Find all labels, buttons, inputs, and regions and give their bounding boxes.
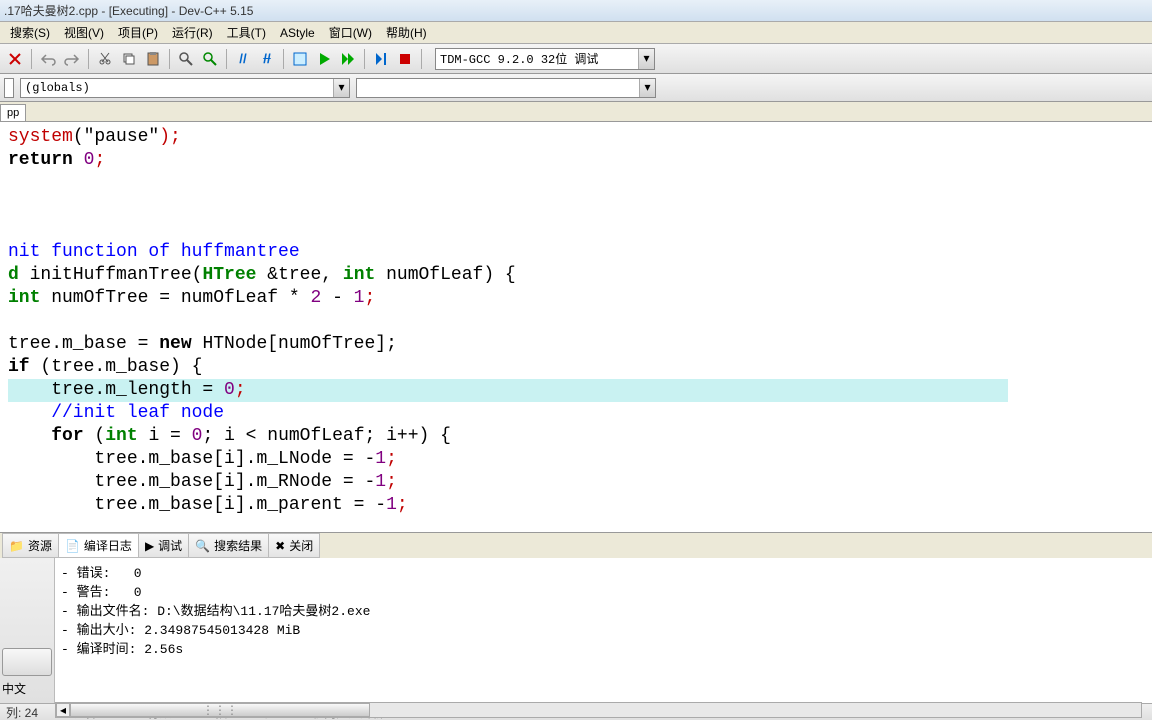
- menu-view[interactable]: 视图(V): [58, 22, 110, 43]
- globals-combo[interactable]: (globals) ▾: [20, 78, 350, 98]
- output-sidebar: 中文: [0, 558, 55, 703]
- replace-icon[interactable]: [199, 48, 221, 70]
- lang-label: 中文: [2, 680, 52, 697]
- compiler-selector[interactable]: TDM-GCC 9.2.0 32位 调试 ▾: [435, 48, 655, 70]
- scope-bar: (globals) ▾ ▾: [0, 74, 1152, 102]
- code-content: system("pause"); return 0; nit function …: [0, 122, 1152, 517]
- members-combo[interactable]: ▾: [356, 78, 656, 98]
- status-column: 列: 24: [6, 704, 38, 720]
- uncomment-icon[interactable]: //: [256, 48, 278, 70]
- file-tab[interactable]: pp: [0, 104, 26, 121]
- scroll-left-icon[interactable]: ◂: [56, 703, 70, 717]
- tab-compile-log[interactable]: 📄 编译日志: [58, 533, 139, 558]
- scroll-thumb[interactable]: ⋮⋮⋮: [70, 703, 370, 717]
- menu-tools[interactable]: 工具(T): [221, 22, 272, 43]
- menu-project[interactable]: 项目(P): [112, 22, 164, 43]
- scope-handle: [4, 78, 14, 98]
- stop-icon[interactable]: [394, 48, 416, 70]
- play-icon: ▶: [145, 539, 154, 553]
- code-editor[interactable]: system("pause"); return 0; nit function …: [0, 122, 1152, 532]
- output-tabs: 📁 资源 📄 编译日志 ▶ 调试 🔍 搜索结果 ✖ 关闭: [0, 532, 1152, 558]
- menu-window[interactable]: 窗口(W): [323, 22, 378, 43]
- menu-search[interactable]: 搜索(S): [4, 22, 56, 43]
- menu-help[interactable]: 帮助(H): [380, 22, 433, 43]
- menu-run[interactable]: 运行(R): [166, 22, 219, 43]
- compiler-label: TDM-GCC 9.2.0 32位 调试: [440, 50, 598, 67]
- redo-icon[interactable]: [61, 48, 83, 70]
- output-panel: 中文 - 错误: 0 - 警告: 0 - 输出文件名: D:\数据结构\11.1…: [0, 558, 1152, 703]
- search-icon: 🔍: [195, 539, 210, 553]
- cut-icon[interactable]: [94, 48, 116, 70]
- tab-close[interactable]: ✖ 关闭: [268, 533, 320, 558]
- copy-icon[interactable]: [118, 48, 140, 70]
- menu-astyle[interactable]: AStyle: [274, 24, 321, 42]
- compile-output[interactable]: - 错误: 0 - 警告: 0 - 输出文件名: D:\数据结构\11.17哈夫…: [55, 558, 1152, 703]
- log-icon: 📄: [65, 539, 80, 553]
- output-button[interactable]: [2, 648, 52, 676]
- tab-debug[interactable]: ▶ 调试: [138, 533, 189, 558]
- folder-icon: 📁: [9, 539, 24, 553]
- paste-icon[interactable]: [142, 48, 164, 70]
- compile-icon[interactable]: [289, 48, 311, 70]
- run-icon[interactable]: [313, 48, 335, 70]
- horizontal-scrollbar[interactable]: ◂ ⋮⋮⋮: [55, 702, 1142, 718]
- menu-bar: 搜索(S) 视图(V) 项目(P) 运行(R) 工具(T) AStyle 窗口(…: [0, 22, 1152, 44]
- chevron-down-icon: ▾: [638, 49, 654, 69]
- close-icon[interactable]: [4, 48, 26, 70]
- comment-icon[interactable]: //: [232, 48, 254, 70]
- title-bar: .17哈夫曼树2.cpp - [Executing] - Dev-C++ 5.1…: [0, 0, 1152, 22]
- compile-run-icon[interactable]: [337, 48, 359, 70]
- chevron-down-icon: ▾: [333, 79, 349, 97]
- step-icon[interactable]: [370, 48, 392, 70]
- globals-label: (globals): [21, 81, 90, 95]
- undo-icon[interactable]: [37, 48, 59, 70]
- main-toolbar: // // TDM-GCC 9.2.0 32位 调试 ▾: [0, 44, 1152, 74]
- window-title: .17哈夫曼树2.cpp - [Executing] - Dev-C++ 5.1…: [4, 2, 253, 19]
- highlighted-line: tree.m_length = 0;: [8, 379, 1008, 402]
- chevron-down-icon: ▾: [639, 79, 655, 97]
- file-tabs: pp: [0, 102, 1152, 122]
- close-icon: ✖: [275, 539, 285, 553]
- tab-resource[interactable]: 📁 资源: [2, 533, 59, 558]
- tab-search-results[interactable]: 🔍 搜索结果: [188, 533, 269, 558]
- find-icon[interactable]: [175, 48, 197, 70]
